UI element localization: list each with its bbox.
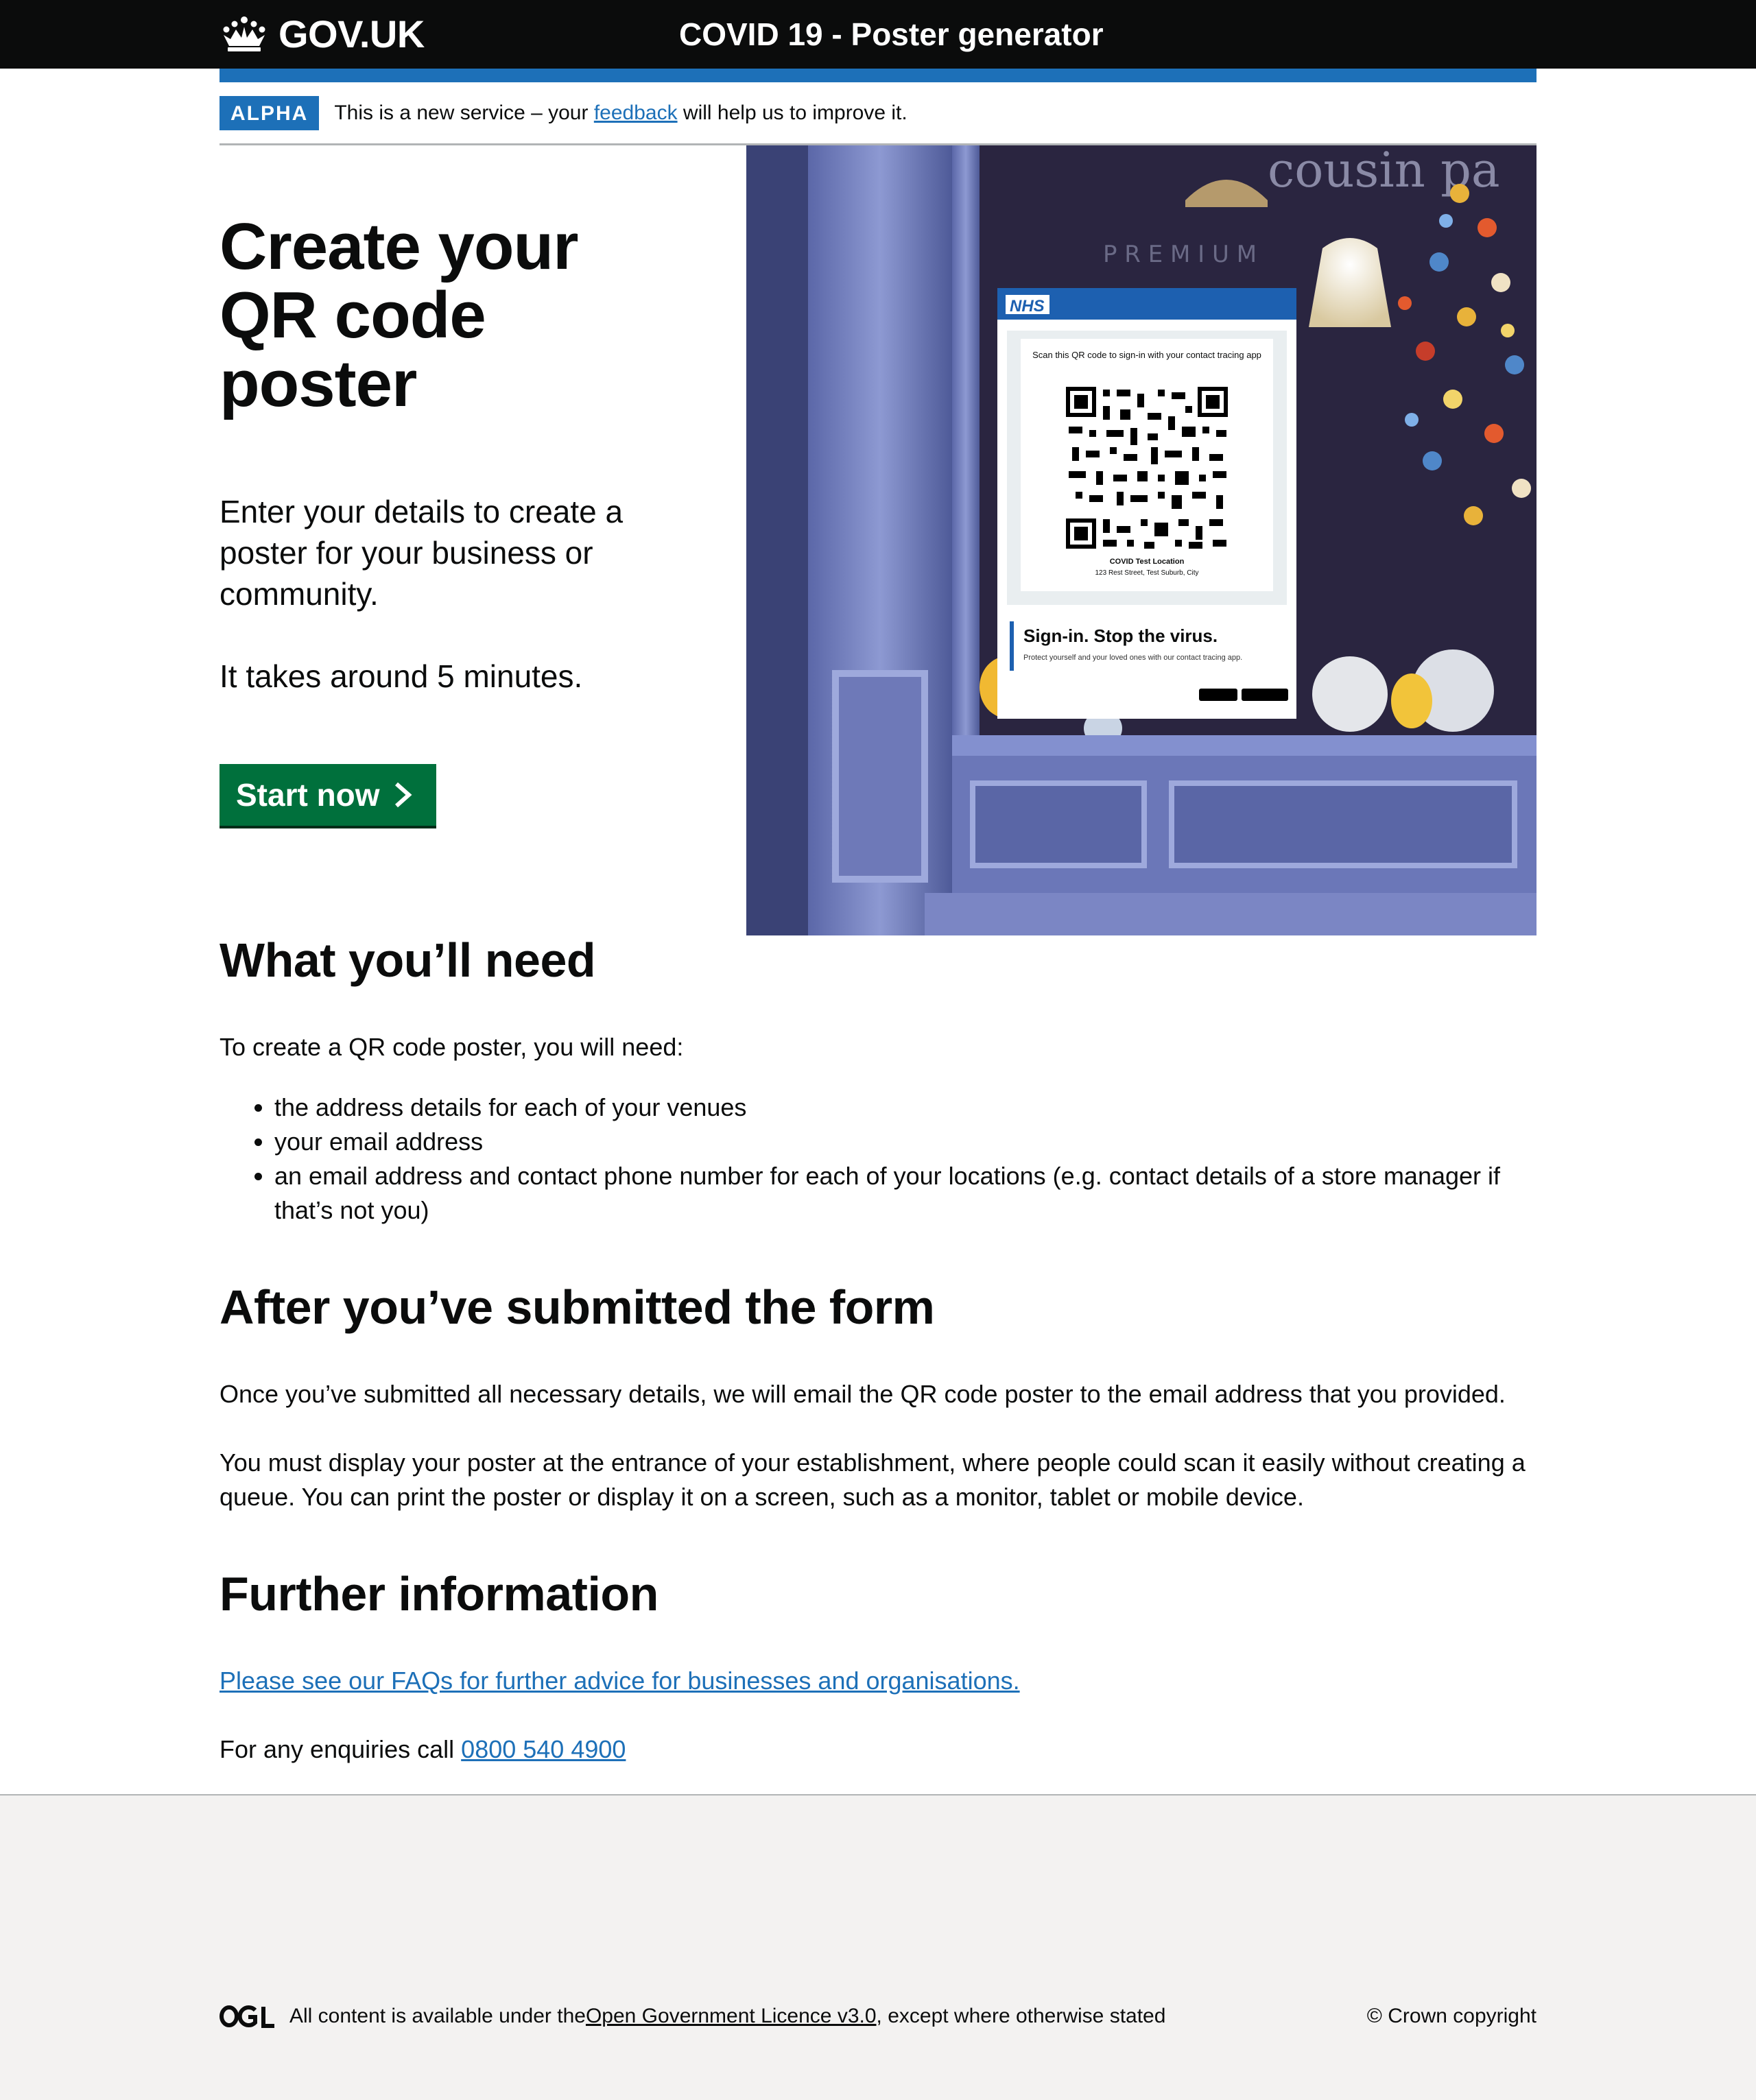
poster-subtext: Protect yourself and your loved ones wit…: [1023, 654, 1242, 662]
after-heading: After you’ve submitted the form: [220, 1280, 935, 1334]
shop-window-photo: cousin pa P R E M I U M NHS Scan this QR…: [746, 145, 1536, 935]
govuk-logo-text: GOV.UK: [278, 12, 425, 56]
faq-paragraph: Please see our FAQs for further advice f…: [220, 1664, 1536, 1698]
phase-text-after: will help us to improve it.: [677, 102, 907, 124]
site-header: GOV.UK COVID 19 - Poster generator: [0, 0, 1756, 69]
phase-text-before: This is a new service – your: [334, 102, 594, 124]
premium-text: P R E M I U M: [1103, 241, 1257, 268]
start-now-button[interactable]: Start now: [220, 764, 436, 826]
ogl-logo-icon: [220, 2005, 274, 2028]
phase-banner-text: This is a new service – your feedback wi…: [334, 96, 907, 130]
qr-poster-illustration: NHS Scan this QR code to sign-in with yo…: [997, 288, 1296, 719]
enquiries-text: For any enquiries call: [220, 1735, 462, 1763]
needs-list: the address details for each of your ven…: [274, 1090, 1536, 1228]
header-blue-bar: [220, 69, 1536, 82]
phase-tag: ALPHA: [220, 96, 320, 130]
crown-icon: [223, 16, 265, 51]
feedback-link[interactable]: feedback: [594, 102, 678, 124]
time-estimate: It takes around 5 minutes.: [220, 658, 583, 694]
page-title: Create your QR code poster: [220, 210, 579, 420]
needs-intro: To create a QR code poster, you will nee…: [220, 1033, 684, 1061]
hero-lead: Enter your details to create a poster fo…: [220, 494, 624, 612]
service-name-link[interactable]: COVID 19 - Poster generator: [679, 12, 1104, 56]
after-paragraph-1: Once you’ve submitted all necessary deta…: [220, 1380, 1506, 1408]
poster-location-address: 123 Rest Street, Test Suburb, City: [1095, 569, 1198, 577]
licence-text-after: , except where otherwise stated: [876, 2005, 1166, 2027]
start-button-label: Start now: [236, 777, 380, 813]
poster-location-name: COVID Test Location: [1110, 558, 1185, 566]
qr-code-icon: [1065, 385, 1229, 550]
phone-link[interactable]: 0800 540 4900: [461, 1735, 626, 1763]
list-item: an email address and contact phone numbe…: [274, 1159, 1536, 1228]
phase-banner: ALPHA This is a new service – your feedb…: [220, 96, 1536, 145]
nhs-logo-text: NHS: [1010, 297, 1045, 315]
list-item: your email address: [274, 1125, 1536, 1159]
after-paragraph-2: You must display your poster at the entr…: [220, 1448, 1526, 1511]
shop-window-illustration: cousin pa P R E M I U M NHS Scan this QR…: [746, 145, 1536, 935]
poster-slogan: Sign-in. Stop the virus.: [1023, 625, 1218, 646]
site-footer: [0, 1794, 1756, 2100]
licence-link[interactable]: Open Government Licence v3.0: [586, 2005, 877, 2028]
faq-link[interactable]: Please see our FAQs for further advice f…: [220, 1667, 1020, 1695]
licence-text-before: All content is available under the: [289, 2005, 586, 2027]
crown-copyright-link[interactable]: © Crown copyright: [1367, 2001, 1536, 2031]
list-item: the address details for each of your ven…: [274, 1090, 1536, 1125]
chevron-right-icon: [394, 782, 412, 808]
enquiries-paragraph: For any enquiries call 0800 540 4900: [220, 1732, 1536, 1767]
further-heading: Further information: [220, 1567, 658, 1621]
footer-licence: All content is available under the Open …: [220, 2001, 1165, 2031]
govuk-logo-link[interactable]: GOV.UK: [220, 10, 425, 58]
needs-heading: What you’ll need: [220, 933, 596, 987]
poster-scan-text: Scan this QR code to sign-in with your c…: [1032, 350, 1261, 360]
